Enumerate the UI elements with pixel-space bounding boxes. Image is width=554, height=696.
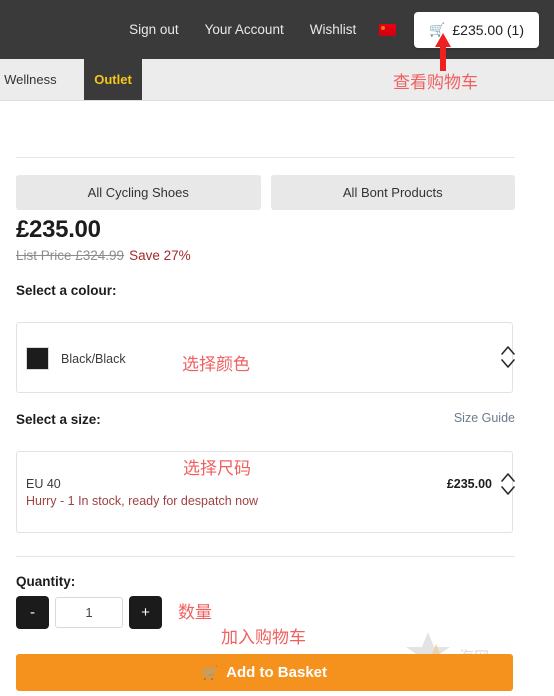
quantity-increment-button[interactable]: + xyxy=(129,596,162,629)
product-price: £235.00 xyxy=(16,216,101,243)
size-select-box[interactable] xyxy=(16,451,513,533)
nav-link-sign-out[interactable]: Sign out xyxy=(116,0,192,59)
annotation-add-to-basket: 加入购物车 xyxy=(221,628,306,648)
shopping-cart-icon: 🛒 xyxy=(201,665,219,680)
top-navigation-bar: Sign out Your Account Wishlist 🛒 £235.00… xyxy=(0,0,554,59)
nav-link-your-account[interactable]: Your Account xyxy=(192,0,297,59)
size-price: £235.00 xyxy=(446,477,492,491)
select-size-label: Select a size: xyxy=(16,412,101,427)
all-bont-products-button[interactable]: All Bont Products xyxy=(270,175,515,210)
top-nav-links: Sign out Your Account Wishlist 🛒 £235.00… xyxy=(116,0,539,59)
quantity-label: Quantity: xyxy=(16,574,76,589)
list-price: List Price £324.99 xyxy=(16,248,125,263)
add-to-basket-label: Add to Basket xyxy=(226,664,328,681)
annotation-quantity: 数量 xyxy=(178,603,212,623)
subnav-item-outlet[interactable]: Outlet xyxy=(84,59,142,100)
colour-selected-row: Black/Black xyxy=(26,347,126,370)
quantity-decrement-button[interactable]: - xyxy=(16,596,49,629)
add-to-basket-button[interactable]: 🛒 Add to Basket xyxy=(16,654,513,691)
size-name: EU 40 xyxy=(26,477,61,491)
chevron-up-down-icon[interactable] xyxy=(500,471,516,497)
size-section-divider xyxy=(16,556,515,557)
category-navigation-bar: nd Wellness Outlet xyxy=(0,59,554,101)
cart-total-label: £235.00 (1) xyxy=(452,21,524,38)
stock-message: Hurry - 1 In stock, ready for despatch n… xyxy=(26,494,259,508)
save-percentage: Save 27% xyxy=(129,248,191,263)
nav-link-wishlist[interactable]: Wishlist xyxy=(297,0,370,59)
cart-button[interactable]: 🛒 £235.00 (1) xyxy=(414,11,539,48)
colour-name: Black/Black xyxy=(61,351,126,366)
all-cycling-shoes-button[interactable]: All Cycling Shoes xyxy=(16,175,261,210)
shopping-cart-icon: 🛒 xyxy=(429,22,446,37)
chevron-up-down-icon[interactable] xyxy=(500,344,516,370)
product-page: Sign out Your Account Wishlist 🛒 £235.00… xyxy=(0,0,554,696)
china-flag-icon[interactable] xyxy=(379,23,397,36)
price-comparison: List Price £324.99 Save 27% xyxy=(16,248,191,263)
size-guide-link[interactable]: Size Guide xyxy=(454,411,515,425)
select-colour-label: Select a colour: xyxy=(16,283,117,298)
quantity-stepper: - + xyxy=(16,596,162,629)
category-button-group: All Cycling Shoes All Bont Products xyxy=(16,175,515,210)
quantity-input[interactable] xyxy=(55,597,123,628)
colour-swatch xyxy=(26,347,49,370)
subnav-item-health-and-wellness[interactable]: nd Wellness xyxy=(0,59,71,100)
content-divider-top xyxy=(16,157,515,158)
